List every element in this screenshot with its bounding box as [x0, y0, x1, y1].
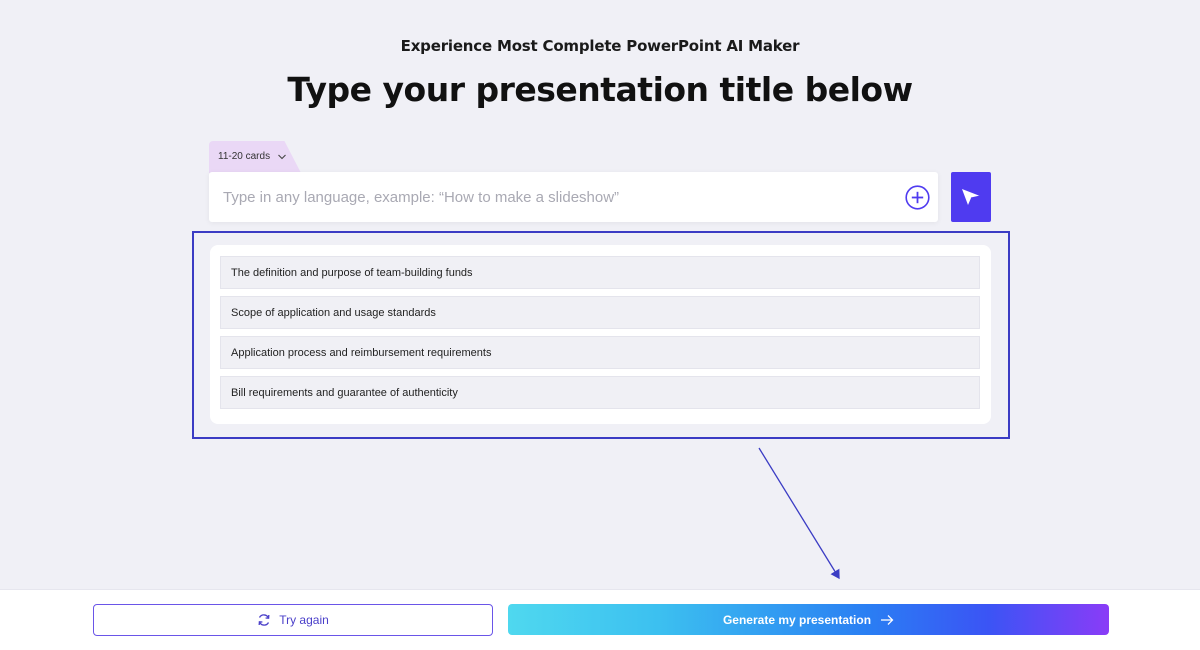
outline-list: The definition and purpose of team-build…: [210, 245, 991, 424]
cards-count-dropdown[interactable]: 11-20 cards: [209, 141, 301, 173]
outline-item[interactable]: Bill requirements and guarantee of authe…: [220, 376, 980, 409]
refresh-icon: [258, 614, 270, 626]
presentation-title-input[interactable]: [223, 172, 893, 222]
cards-count-label: 11-20 cards: [218, 151, 271, 162]
plus-circle-icon[interactable]: [905, 185, 930, 210]
send-button[interactable]: [951, 172, 991, 222]
page-subtitle: Experience Most Complete PowerPoint AI M…: [400, 37, 800, 55]
chevron-down-icon: [278, 154, 286, 160]
outline-item[interactable]: Application process and reimbursement re…: [220, 336, 980, 369]
title-input-container: [209, 172, 938, 222]
try-again-button[interactable]: Try again: [93, 604, 493, 636]
outline-item[interactable]: The definition and purpose of team-build…: [220, 256, 980, 289]
outline-item[interactable]: Scope of application and usage standards: [220, 296, 980, 329]
try-again-label: Try again: [279, 613, 329, 627]
action-footer: Try again Generate my presentation: [0, 589, 1200, 650]
paper-plane-icon: [962, 189, 981, 205]
page-title: Type your presentation title below: [287, 70, 913, 109]
generate-label: Generate my presentation: [722, 612, 872, 627]
generate-presentation-button[interactable]: Generate my presentation: [508, 604, 1109, 635]
arrow-right-icon: [881, 614, 894, 625]
